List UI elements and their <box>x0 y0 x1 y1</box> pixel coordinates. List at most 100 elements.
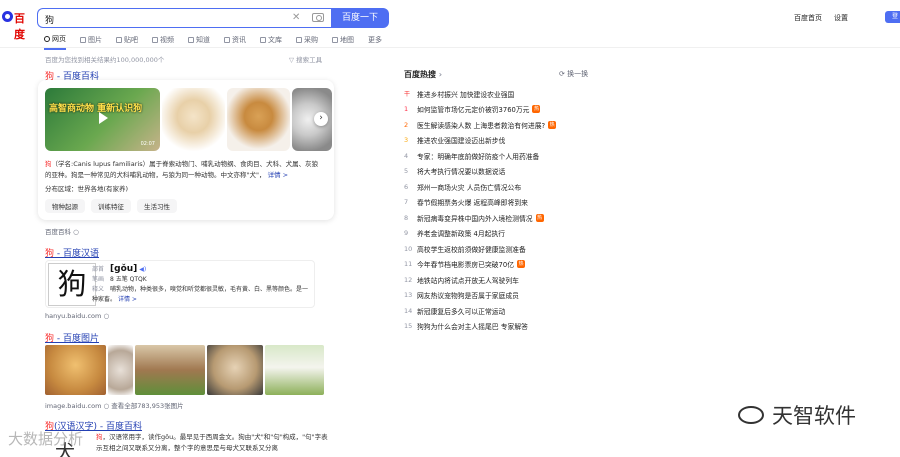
speaker-icon[interactable]: ◀) <box>139 266 146 273</box>
refresh-button[interactable]: ⟳ 换一换 <box>559 69 588 79</box>
hot-rank: 5 <box>404 167 409 176</box>
result-4-description: 狗，汉语常用字，读作gǒu。最早见于西周金文。狗由"犬"和"句"构成，"句"字表… <box>96 433 328 452</box>
hot-item-text: 郑州一商场火灾 人员伤亡情况公布 <box>417 183 522 192</box>
hot-list-item[interactable]: 3 推进农业强国建设迈出新步伐 <box>404 133 604 149</box>
hot-item-text: 今年春节档电影票房已突破70亿 <box>417 261 515 270</box>
hot-rank: 2 <box>404 120 409 129</box>
camera-icon[interactable] <box>312 13 324 22</box>
hot-list-item[interactable]: 7 春节假期票务火爆 返程高峰即将到来 <box>404 195 604 211</box>
hot-list-item[interactable]: 8 新冠病毒变异株中国内外入境检测情况热 <box>404 210 604 226</box>
dog-photo-4[interactable] <box>207 345 263 395</box>
wechat-icon <box>738 406 764 424</box>
play-icon <box>99 112 108 124</box>
character-display: 狗 <box>48 263 96 306</box>
chip-habits[interactable]: 生活习性 <box>137 199 177 213</box>
details-link[interactable]: 详情 > <box>118 296 137 303</box>
result-2-source: hanyu.baidu.com ○ <box>45 312 110 320</box>
hot-badge-icon: 热 <box>517 260 526 269</box>
result-3-source: image.baidu.com ○ 查看全部783,953张图片 <box>45 402 184 410</box>
hot-list-item[interactable]: 4 专家：明确年底前做好防疫个人用药准备 <box>404 148 604 164</box>
clear-icon[interactable]: ✕ <box>292 12 300 23</box>
hot-rank: 10 <box>404 244 413 253</box>
dog-photo-3[interactable] <box>135 345 205 395</box>
hot-list-item[interactable]: 9 养老金调整新政策 4月起执行 <box>404 226 604 242</box>
result-1-source: 百度百科 ○ <box>45 228 79 236</box>
login-button[interactable]: 登 <box>885 11 900 23</box>
hot-rank: 13 <box>404 291 413 300</box>
video-duration: 02:07 <box>140 141 155 147</box>
hot-rank: 14 <box>404 306 413 315</box>
video-thumbnail[interactable]: 高智商动物 重新认识狗 02:07 <box>45 88 160 151</box>
baidu-logo[interactable]: 百度 <box>2 8 32 41</box>
result-2-title[interactable]: 狗 - 百度汉语 <box>45 246 99 259</box>
corner-watermark: 大数据分析 <box>8 430 84 448</box>
result-3-title[interactable]: 狗 - 百度图片 <box>45 331 99 344</box>
search-tools-button[interactable]: ▽ 搜索工具 <box>289 54 322 64</box>
header-divider <box>0 47 900 48</box>
news-icon <box>224 37 230 43</box>
hot-item-text: 狗狗为什么会对主人摇尾巴 专家解答 <box>417 323 528 332</box>
dog-photo-5[interactable] <box>265 345 324 395</box>
top-links: 百度首页 设置 <box>794 13 848 23</box>
hot-item-text: 高校学生返校前须做好健康监测准备 <box>417 245 526 254</box>
hot-badge-icon: 热 <box>532 105 541 114</box>
hanyu-card: 狗 部首 [gǒu] ◀) 笔画 8 五笔 QTQK 释义 哺乳动物，种类很多，嗅觉和… <box>45 260 315 308</box>
refresh-icon: ⟳ <box>559 70 565 78</box>
hot-list-item[interactable]: 15 狗狗为什么会对主人摇尾巴 专家解答 <box>404 319 604 335</box>
hot-rank: 7 <box>404 198 409 207</box>
baidu-paw-icon <box>2 11 13 22</box>
search-icon <box>44 36 50 42</box>
zhidao-icon <box>188 37 194 43</box>
hot-badge-icon: 热 <box>535 213 544 222</box>
hot-list-item[interactable]: 6 郑州一商场火灾 人员伤亡情况公布 <box>404 179 604 195</box>
hot-item-text: 医生解读感染人数 上海患者救治有何进展? <box>417 121 546 130</box>
hot-rank: 15 <box>404 322 413 331</box>
pinyin: [gǒu] <box>110 264 138 274</box>
map-icon <box>332 37 338 43</box>
hot-rank: 9 <box>404 229 409 238</box>
hot-list-item[interactable]: 10 高校学生返校前须做好健康监测准备 <box>404 241 604 257</box>
logo-text: 百度 <box>14 12 25 41</box>
brand-watermark: 天智软件 <box>738 400 856 430</box>
search-query-text: 狗 <box>45 16 55 26</box>
hot-item-text: 养老金调整新政策 4月起执行 <box>417 230 506 239</box>
hot-item-text: 春节假期票务火爆 返程高峰即将到来 <box>417 199 528 208</box>
dog-photo-2[interactable] <box>108 345 133 395</box>
view-all-images-link[interactable]: 查看全部783,953张图片 <box>111 402 183 410</box>
hot-rank: 干 <box>404 91 411 99</box>
hot-list-item[interactable]: 1 如何监管市场亿元定价被罚3760万元热 <box>404 102 604 118</box>
hot-list-title[interactable]: 百度热搜 › <box>404 69 442 80</box>
info-icon[interactable]: ○ <box>104 402 110 410</box>
hot-list-item[interactable]: 5 将大考执行情况要以数据说话 <box>404 164 604 180</box>
hot-list-item[interactable]: 14 新冠康复后多久可以正常运动 <box>404 303 604 319</box>
dog-photo-1[interactable] <box>45 345 106 395</box>
hot-item-text: 专家：明确年底前做好防疫个人用药准备 <box>417 152 540 161</box>
info-icon[interactable]: ○ <box>73 228 79 236</box>
dog-image-2[interactable] <box>227 88 290 151</box>
top-link-home[interactable]: 百度首页 <box>794 13 822 23</box>
hot-list-item[interactable]: 12 地铁站内将试点开放无人驾驶列车 <box>404 272 604 288</box>
hot-list-item[interactable]: 11 今年春节档电影票房已突破70亿热 <box>404 257 604 273</box>
chip-training[interactable]: 训练特征 <box>91 199 131 213</box>
details-link[interactable]: 详情 > <box>268 171 289 179</box>
hot-rank: 12 <box>404 275 413 284</box>
video-icon <box>152 37 158 43</box>
chip-origin[interactable]: 物种起源 <box>45 199 85 213</box>
hot-rank: 6 <box>404 182 409 191</box>
hot-rank: 8 <box>404 213 409 222</box>
hot-list-item[interactable]: 2 医生解读感染人数 上海患者救治有何进展? 热 <box>404 117 604 133</box>
hot-list-item[interactable]: 13 网友热议宠物狗是否属于家庭成员 <box>404 288 604 304</box>
search-input[interactable]: 狗 ✕ <box>37 8 331 28</box>
top-link-settings[interactable]: 设置 <box>834 13 848 23</box>
hot-list-item[interactable]: 干推进乡村振兴 加快建设农业强国 <box>404 86 604 102</box>
carousel-next-icon[interactable]: › <box>314 112 328 126</box>
hot-rank: 4 <box>404 151 409 160</box>
hot-item-text: 网友热议宠物狗是否属于家庭成员 <box>417 292 519 301</box>
search-button[interactable]: 百度一下 <box>331 8 389 28</box>
hot-item-text: 将大考执行情况要以数据说话 <box>417 168 506 177</box>
dog-image-1[interactable] <box>162 88 225 151</box>
hot-rank: 3 <box>404 136 409 145</box>
hot-rank: 11 <box>404 260 413 269</box>
result-count: 百度为您找到相关结果约100,000,000个 <box>45 56 165 64</box>
info-icon[interactable]: ○ <box>103 312 109 320</box>
